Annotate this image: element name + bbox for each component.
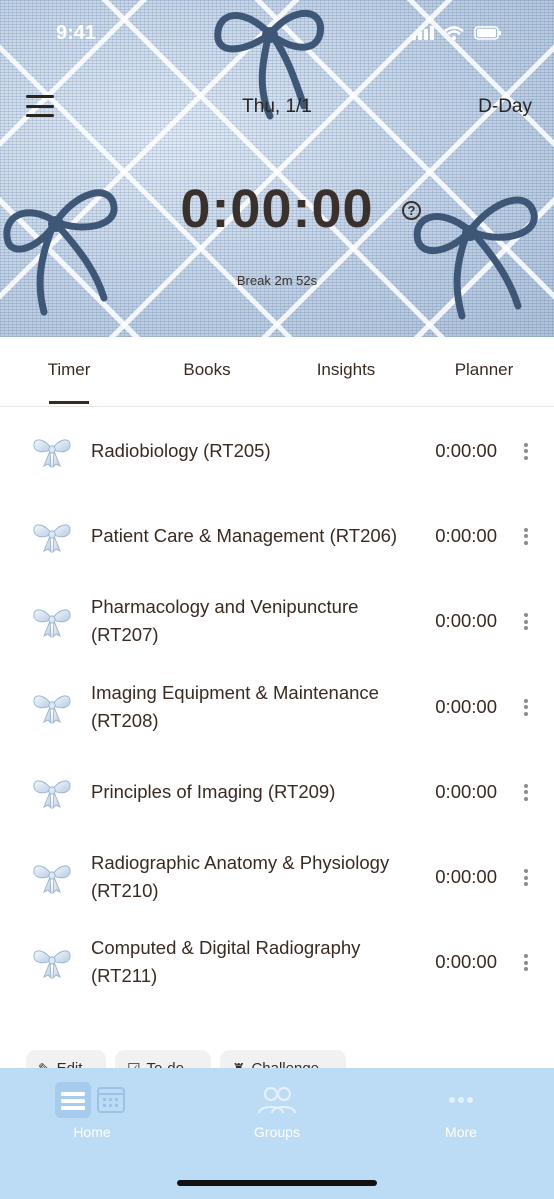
header-banner: 9:41 Thu, 1/1 D-Day 0:00:00 ? Break 2m 5… [0,0,554,337]
nav-groups-label: Groups [254,1124,300,1140]
dday-button[interactable]: D-Day [478,96,532,118]
date-label[interactable]: Thu, 1/1 [0,96,554,118]
more-vertical-icon[interactable] [524,698,528,716]
nav-more[interactable]: More [406,1082,516,1140]
battery-icon [474,26,501,40]
more-vertical-icon[interactable] [524,869,528,887]
more-vertical-icon[interactable] [524,442,528,460]
more-vertical-icon[interactable] [524,954,528,972]
subject-time: 0:00:00 [435,695,497,717]
status-bar: 9:41 [0,18,554,48]
help-icon[interactable]: ? [402,201,421,220]
status-time: 9:41 [56,22,97,44]
ribbon-bow-icon[interactable] [31,859,73,895]
tab-planner[interactable]: Planner [429,360,539,380]
ribbon-bow-icon[interactable] [31,944,73,980]
ribbon-bow-icon[interactable] [31,774,73,810]
ribbon-bow-icon[interactable] [31,518,73,554]
subject-name: Patient Care & Management (RT206) [91,524,398,546]
wifi-icon [444,26,464,40]
subject-name: Principles of Imaging (RT209) [91,780,336,802]
cellular-signal-icon [412,26,434,40]
break-time-label: Break 2m 52s [236,273,318,288]
subject-row[interactable]: Pharmacology and Venipuncture (RT207) 0:… [0,579,554,664]
subject-row[interactable]: Computed & Digital Radiography (RT211) 0… [0,920,554,1005]
subject-row[interactable]: Principles of Imaging (RT209) 0:00:00 [0,749,554,834]
subject-name: Radiobiology (RT205) [91,439,271,461]
subject-name: Computed & Digital Radiography (RT211) [91,937,361,987]
tab-bar: Timer Books Insights Planner [0,337,554,407]
tab-timer[interactable]: Timer [14,360,124,380]
subject-name: Radiographic Anatomy & Physiology (RT210… [91,852,390,902]
more-vertical-icon[interactable] [524,783,528,801]
nav-more-label: More [445,1124,477,1140]
groups-icon [222,1082,332,1118]
subject-time: 0:00:00 [435,780,497,802]
home-indicator [177,1180,377,1186]
nav-groups[interactable]: Groups [222,1082,332,1140]
nav-home-label: Home [73,1124,111,1140]
subject-row[interactable]: Imaging Equipment & Maintenance (RT208) … [0,664,554,749]
subject-time: 0:00:00 [435,524,497,546]
tab-books[interactable]: Books [152,360,262,380]
ribbon-bow-icon[interactable] [31,603,73,639]
calendar-icon [97,1087,125,1113]
subject-name: Imaging Equipment & Maintenance (RT208) [91,681,379,731]
subject-time: 0:00:00 [435,610,497,632]
status-icons [412,26,502,40]
subject-time: 0:00:00 [435,866,497,888]
ribbon-bow-icon[interactable] [31,433,73,469]
ribbon-bow-icon[interactable] [31,689,73,725]
more-vertical-icon[interactable] [524,527,528,545]
tab-insights[interactable]: Insights [291,360,401,380]
more-horizontal-icon [406,1082,516,1118]
nav-home[interactable]: Home [37,1082,147,1140]
total-study-timer: 0:00:00 [180,179,374,239]
active-tab-indicator [49,401,89,404]
subject-row[interactable]: Radiographic Anatomy & Physiology (RT210… [0,834,554,919]
home-icons [37,1082,147,1118]
subject-time: 0:00:00 [435,439,497,461]
subject-row[interactable]: Radiobiology (RT205) 0:00:00 [0,408,554,493]
list-icon [55,1082,91,1118]
subject-list: Radiobiology (RT205) 0:00:00 Patient Car… [0,408,554,1005]
more-vertical-icon[interactable] [524,613,528,631]
subject-name: Pharmacology and Venipuncture (RT207) [91,596,359,646]
subject-time: 0:00:00 [435,951,497,973]
subject-row[interactable]: Patient Care & Management (RT206) 0:00:0… [0,493,554,578]
